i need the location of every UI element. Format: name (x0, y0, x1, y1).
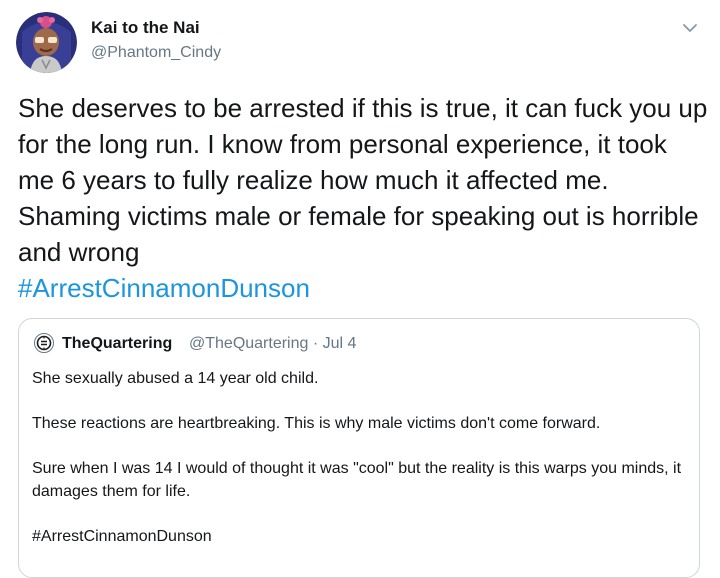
quoted-tweet[interactable]: TheQuartering @TheQuartering · Jul 4 She… (18, 318, 700, 578)
quoted-hashtag: #ArrestCinnamonDunson (32, 528, 212, 545)
quoted-paragraph: She sexually abused a 14 year old child. (32, 370, 319, 387)
quoted-meta: @TheQuartering · Jul 4 (189, 335, 356, 353)
quoted-display-name[interactable]: TheQuartering (62, 335, 172, 353)
author-display-name[interactable]: Kai to the Nai (91, 18, 200, 38)
quoted-paragraph: These reactions are heartbreaking. This … (32, 415, 601, 432)
quoted-handle[interactable]: @TheQuartering (189, 335, 308, 352)
tweet-text: She deserves to be arrested if this is t… (18, 93, 708, 267)
chevron-down-icon (683, 24, 697, 32)
author-handle[interactable]: @Phantom_Cindy (91, 44, 221, 62)
quoted-paragraph: Sure when I was 14 I would of thought it… (32, 460, 682, 500)
meta-separator: · (312, 335, 319, 352)
tweet-body: She deserves to be arrested if this is t… (18, 90, 710, 306)
quoted-avatar (34, 333, 54, 353)
tweet-menu-button[interactable] (680, 20, 700, 36)
avatar[interactable] (16, 12, 77, 73)
quartering-logo-icon (34, 333, 54, 353)
quoted-date[interactable]: Jul 4 (323, 335, 357, 352)
quoted-body: She sexually abused a 14 year old child.… (32, 367, 692, 570)
tweet-card: Kai to the Nai @Phantom_Cindy She deserv… (0, 0, 720, 578)
hashtag-link[interactable]: #ArrestCinnamonDunson (18, 270, 710, 306)
avatar-image (16, 12, 77, 73)
